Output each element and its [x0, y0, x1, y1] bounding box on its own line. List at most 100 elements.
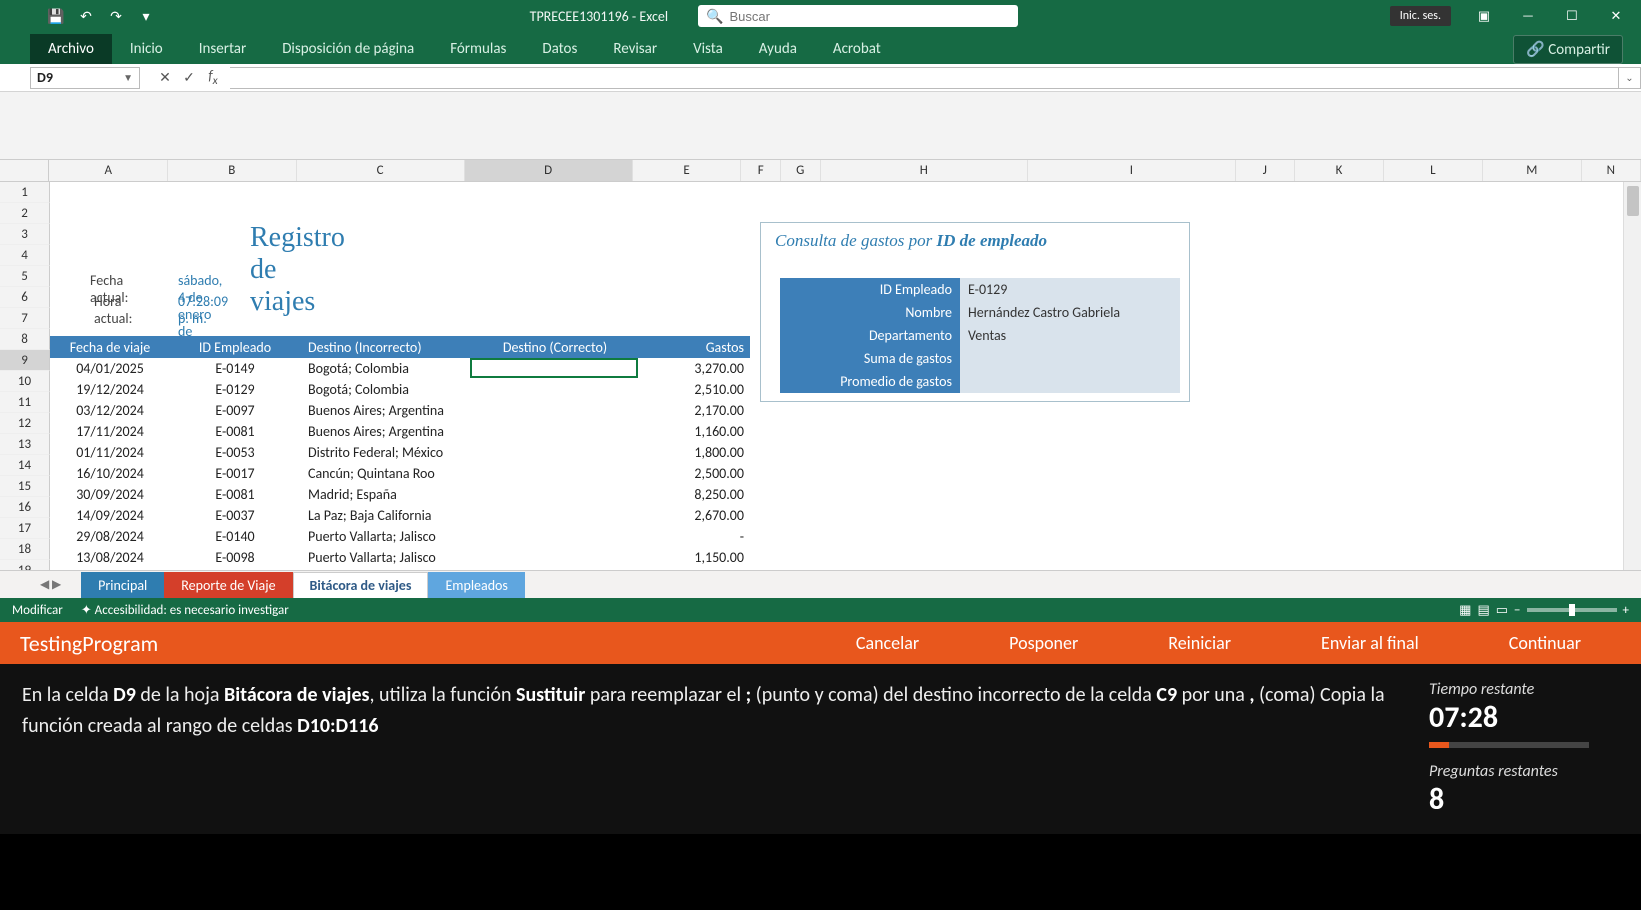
row-header[interactable]: 5 [0, 266, 50, 287]
cell-fecha[interactable]: 17/11/2024 [50, 423, 170, 440]
tab-revisar[interactable]: Revisar [595, 34, 675, 64]
cell-gastos[interactable]: 2,670.00 [640, 507, 750, 524]
close-icon[interactable]: ✕ [1595, 2, 1637, 30]
tab-vista[interactable]: Vista [675, 34, 741, 64]
row-header[interactable]: 9 [0, 350, 50, 371]
col-header[interactable]: F [741, 160, 781, 181]
lookup-value[interactable] [960, 347, 1180, 370]
row-header[interactable]: 8 [0, 329, 50, 350]
cell-gastos[interactable]: 2,500.00 [640, 465, 750, 482]
cell-dest-inc[interactable]: Puerto Vallarta; Jalisco [300, 549, 470, 566]
fx-icon[interactable]: fx [204, 67, 222, 88]
lookup-value[interactable]: E-0129 [960, 278, 1180, 301]
cell-fecha[interactable]: 19/12/2024 [50, 381, 170, 398]
zoom-out-icon[interactable]: − [1514, 603, 1520, 618]
table-row[interactable]: 04/01/2025E-0149Bogotá; Colombia3,270.00 [50, 358, 750, 379]
formula-expand-icon[interactable]: ⌄ [1619, 67, 1641, 89]
cell-fecha[interactable]: 04/01/2025 [50, 360, 170, 377]
vertical-scrollbar[interactable] [1623, 182, 1641, 570]
formula-accept-icon[interactable]: ✓ [180, 69, 198, 86]
cell-dest-inc[interactable]: Madrid; España [300, 486, 470, 503]
cell-dest-inc[interactable]: Bogotá; Colombia [300, 360, 470, 377]
cell-gastos[interactable]: 2,510.00 [640, 381, 750, 398]
sheet-tab-bitacora[interactable]: Bitácora de viajes [293, 572, 429, 598]
col-header[interactable]: H [821, 160, 1029, 181]
tab-inicio[interactable]: Inicio [112, 34, 181, 64]
row-header[interactable]: 11 [0, 392, 50, 413]
tp-continuar[interactable]: Continuar [1509, 632, 1581, 654]
row-header[interactable]: 12 [0, 413, 50, 434]
col-header[interactable]: A [49, 160, 168, 181]
minimize-icon[interactable]: — [1507, 2, 1549, 30]
tab-ayuda[interactable]: Ayuda [741, 34, 815, 64]
cell-dest-inc[interactable]: Puerto Vallarta; Jalisco [300, 528, 470, 545]
row-header[interactable]: 1 [0, 182, 50, 203]
col-header[interactable]: K [1295, 160, 1384, 181]
tab-datos[interactable]: Datos [524, 34, 595, 64]
namebox-dropdown-icon[interactable]: ▼ [123, 71, 133, 84]
tab-archivo[interactable]: Archivo [30, 34, 112, 64]
cell-id[interactable]: E-0017 [170, 465, 300, 482]
table-row[interactable]: 17/11/2024E-0081Buenos Aires; Argentina1… [50, 421, 750, 442]
row-header[interactable]: 15 [0, 476, 50, 497]
cell-fecha[interactable]: 03/12/2024 [50, 402, 170, 419]
cell-dest-inc[interactable]: Buenos Aires; Argentina [300, 402, 470, 419]
cell-id[interactable]: E-0081 [170, 486, 300, 503]
sign-in-button[interactable]: Inic. ses. [1390, 6, 1451, 26]
view-normal-icon[interactable]: ▦ [1459, 603, 1471, 618]
col-header[interactable]: I [1028, 160, 1236, 181]
cell-fecha[interactable]: 29/08/2024 [50, 528, 170, 545]
ribbon-display-icon[interactable]: ▣ [1463, 2, 1505, 30]
maximize-icon[interactable]: ☐ [1551, 2, 1593, 30]
row-header[interactable]: 6 [0, 287, 50, 308]
cell-id[interactable]: E-0129 [170, 381, 300, 398]
row-header[interactable]: 16 [0, 497, 50, 518]
col-header[interactable]: G [781, 160, 821, 181]
table-row[interactable]: 30/09/2024E-0081Madrid; España 8,250.00 [50, 484, 750, 505]
col-header[interactable]: C [297, 160, 465, 181]
lookup-value[interactable]: Ventas [960, 324, 1180, 347]
sheet-tab-empleados[interactable]: Empleados [428, 572, 524, 598]
table-row[interactable]: 28/07/2024E-0140Puerto Vallarta; Jalisco… [50, 568, 750, 570]
cell-fecha[interactable]: 16/10/2024 [50, 465, 170, 482]
row-header[interactable]: 13 [0, 434, 50, 455]
worksheet[interactable]: A B C D E F G H I J K L M N Registro de … [0, 160, 1641, 570]
row-header[interactable]: 17 [0, 518, 50, 539]
col-header[interactable]: L [1384, 160, 1483, 181]
search-input[interactable] [730, 9, 1011, 24]
cell-fecha[interactable]: 30/09/2024 [50, 486, 170, 503]
row-header[interactable]: 3 [0, 224, 50, 245]
cell-id[interactable]: E-0097 [170, 402, 300, 419]
view-layout-icon[interactable]: ▤ [1477, 603, 1489, 618]
row-header[interactable]: 2 [0, 203, 50, 224]
row-header[interactable]: 7 [0, 308, 50, 329]
tp-reiniciar[interactable]: Reiniciar [1168, 632, 1231, 654]
col-header[interactable]: D [465, 160, 633, 181]
sheet-tab-principal[interactable]: Principal [81, 572, 164, 598]
cell-id[interactable]: E-0140 [170, 528, 300, 545]
table-row[interactable]: 16/10/2024E-0017Cancún; Quintana Roo2,50… [50, 463, 750, 484]
name-box[interactable]: D9 ▼ [30, 67, 140, 89]
formula-input[interactable] [230, 67, 1619, 89]
cell-id[interactable]: E-0081 [170, 423, 300, 440]
share-button[interactable]: 🔗 Compartir [1513, 35, 1623, 64]
cell-id[interactable]: E-0098 [170, 549, 300, 566]
col-header[interactable]: E [633, 160, 742, 181]
cell-dest-inc[interactable]: Distrito Federal; México [300, 444, 470, 461]
cell-dest-inc[interactable]: Bogotá; Colombia [300, 381, 470, 398]
vscroll-thumb[interactable] [1627, 186, 1639, 216]
qat-dropdown-icon[interactable]: ▾ [134, 4, 158, 28]
cell-dest-inc[interactable]: Buenos Aires; Argentina [300, 423, 470, 440]
tab-insertar[interactable]: Insertar [181, 34, 264, 64]
cell-gastos[interactable]: 1,800.00 [640, 444, 750, 461]
cell-gastos[interactable]: 8,250.00 [640, 486, 750, 503]
lookup-value[interactable] [960, 370, 1180, 393]
tab-acrobat[interactable]: Acrobat [815, 34, 899, 64]
col-header[interactable]: M [1483, 160, 1582, 181]
table-row[interactable]: 29/08/2024E-0140Puerto Vallarta; Jalisco… [50, 526, 750, 547]
cell-id[interactable]: E-0037 [170, 507, 300, 524]
row-header[interactable]: 14 [0, 455, 50, 476]
lookup-value[interactable]: Hernández Castro Gabriela [960, 301, 1180, 324]
cell-fecha[interactable]: 13/08/2024 [50, 549, 170, 566]
cell-gastos[interactable]: 2,170.00 [640, 402, 750, 419]
